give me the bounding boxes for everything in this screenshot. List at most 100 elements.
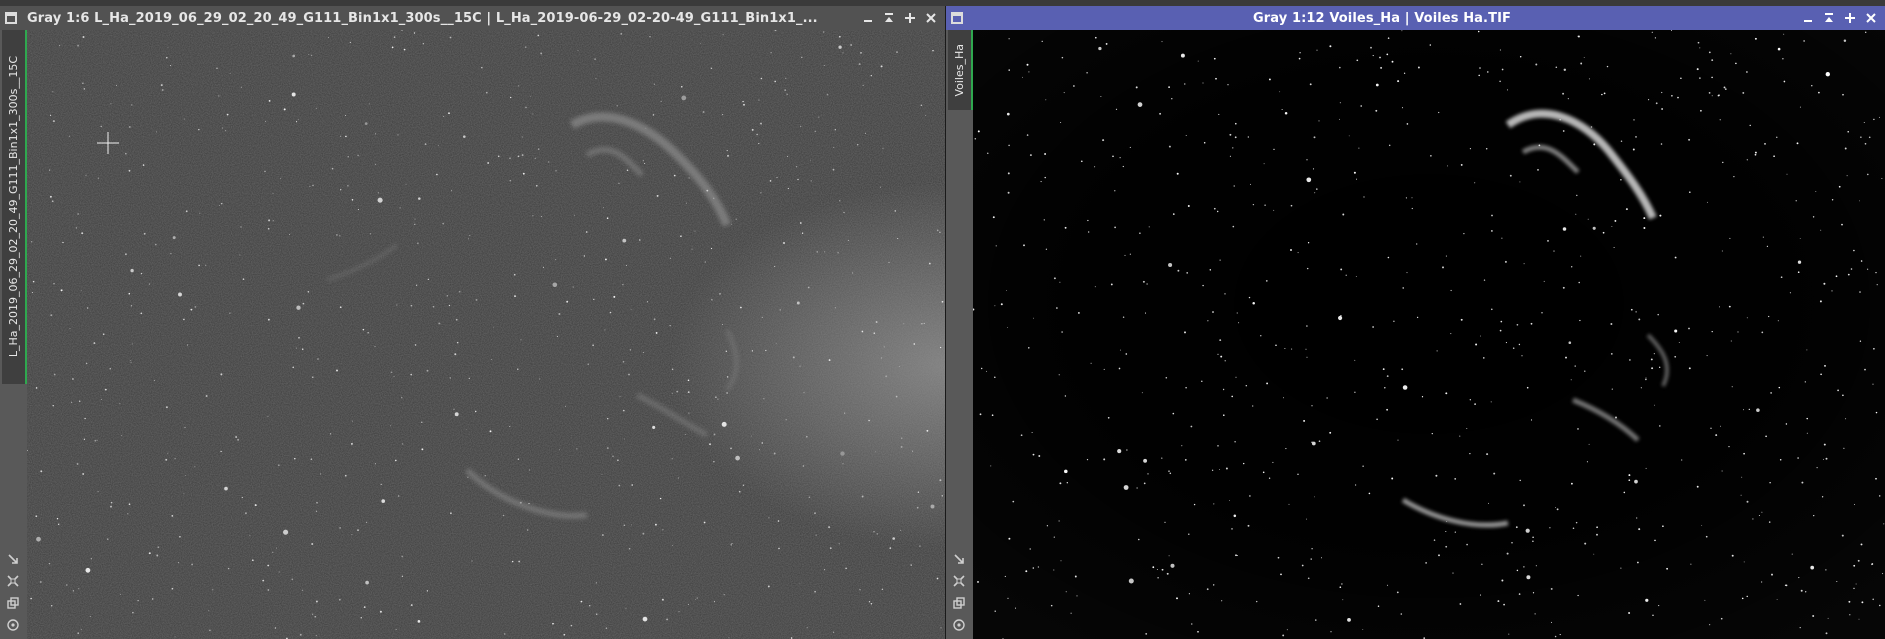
star — [655, 331, 658, 334]
close-icon[interactable] — [922, 9, 939, 27]
window-icon[interactable] — [951, 12, 963, 24]
star — [1421, 396, 1424, 398]
star — [198, 129, 200, 131]
star — [555, 170, 557, 172]
star — [1391, 60, 1394, 63]
star — [583, 255, 586, 257]
star — [1758, 514, 1760, 517]
star — [56, 518, 59, 520]
star — [1761, 511, 1763, 513]
star — [1659, 425, 1661, 427]
image-sidebar-right: Voiles_Ha — [946, 30, 973, 639]
star — [605, 627, 608, 629]
image-window-right[interactable]: Gray 1:12 Voiles_Ha | Voiles Ha.TIF Voil… — [946, 6, 1885, 639]
star — [368, 103, 370, 105]
image-viewport-left[interactable] — [27, 30, 945, 639]
star — [1043, 219, 1045, 221]
star — [1076, 595, 1078, 597]
star — [1122, 165, 1124, 168]
star — [183, 118, 185, 120]
star — [1735, 62, 1737, 65]
star — [1848, 600, 1851, 603]
close-icon[interactable] — [1862, 9, 1879, 27]
star — [1145, 632, 1148, 635]
cursor-mode-icon[interactable] — [4, 617, 22, 633]
image-window-left[interactable]: Gray 1:6 L_Ha_2019_06_29_02_20_49_G111_B… — [0, 6, 946, 639]
star — [1822, 458, 1824, 460]
zoom-to-fit-icon[interactable] — [950, 573, 968, 589]
star — [537, 34, 540, 37]
star — [1550, 621, 1553, 623]
fit-view-icon[interactable] — [950, 551, 968, 567]
star — [1562, 130, 1565, 132]
minimize-icon[interactable] — [1799, 9, 1816, 27]
stack-icon[interactable] — [4, 595, 22, 611]
star — [432, 305, 435, 308]
star — [1479, 335, 1481, 337]
star — [936, 229, 939, 232]
star — [1006, 112, 1010, 116]
fit-view-icon[interactable] — [4, 551, 22, 567]
star — [1812, 615, 1815, 617]
shade-icon[interactable] — [880, 9, 897, 27]
star — [1411, 197, 1413, 199]
cursor-mode-icon[interactable] — [950, 617, 968, 633]
star — [1217, 353, 1219, 355]
zoom-to-fit-icon[interactable] — [4, 573, 22, 589]
star — [490, 359, 492, 361]
star — [1812, 216, 1815, 218]
star — [1176, 172, 1179, 175]
image-id-tab-right[interactable]: Voiles_Ha — [948, 30, 973, 110]
star — [1291, 348, 1293, 350]
minimize-icon[interactable] — [859, 9, 876, 27]
star — [694, 230, 696, 232]
star — [1459, 603, 1462, 605]
image-id-tab-left[interactable]: L_Ha_2019_06_29_02_20_49_G111_Bin1x1_300… — [2, 30, 27, 384]
maximize-icon[interactable] — [1841, 9, 1858, 27]
stack-icon[interactable] — [950, 595, 968, 611]
star — [601, 473, 603, 475]
star — [102, 333, 105, 335]
star — [1728, 445, 1730, 448]
image-viewport-right[interactable] — [973, 30, 1885, 639]
star — [800, 125, 802, 127]
star — [1824, 364, 1826, 367]
star — [1264, 204, 1266, 206]
star — [1518, 593, 1521, 595]
star — [1481, 563, 1483, 565]
shade-icon[interactable] — [1820, 9, 1837, 27]
star — [362, 328, 365, 331]
titlebar-left[interactable]: Gray 1:6 L_Ha_2019_06_29_02_20_49_G111_B… — [0, 6, 945, 30]
star — [1762, 236, 1764, 238]
star — [1696, 485, 1699, 488]
star — [53, 282, 55, 285]
star — [1584, 370, 1586, 372]
star — [1576, 194, 1578, 197]
star — [669, 325, 671, 327]
star — [1176, 597, 1178, 600]
window-icon[interactable] — [5, 12, 17, 24]
star — [721, 323, 723, 326]
star — [677, 477, 679, 479]
star — [1348, 135, 1350, 137]
star — [463, 135, 466, 138]
titlebar-right[interactable]: Gray 1:12 Voiles_Ha | Voiles Ha.TIF — [946, 6, 1885, 30]
star — [1061, 331, 1063, 333]
star — [369, 233, 372, 235]
star — [1341, 583, 1343, 585]
star — [710, 67, 713, 70]
star — [87, 307, 89, 309]
star — [1213, 57, 1216, 60]
star — [185, 210, 188, 213]
star — [174, 458, 176, 460]
star — [36, 536, 41, 542]
star — [374, 163, 376, 165]
star — [1416, 316, 1419, 319]
star — [1474, 182, 1476, 184]
star — [913, 343, 916, 345]
maximize-icon[interactable] — [901, 9, 918, 27]
star — [422, 43, 425, 45]
star — [1138, 538, 1140, 541]
star — [700, 43, 701, 45]
star — [100, 125, 102, 128]
